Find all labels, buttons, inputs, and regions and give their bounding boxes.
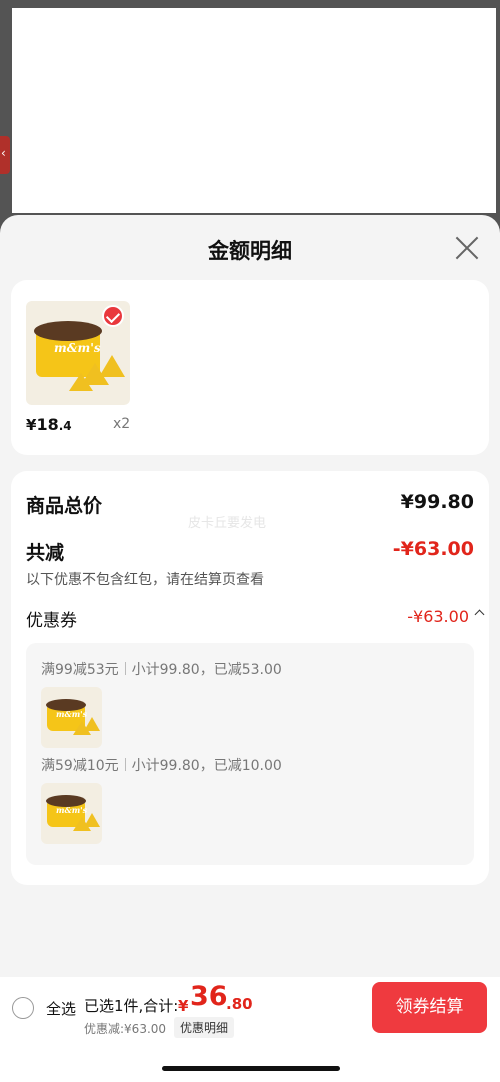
checkout-button[interactable]: 领券结算 (372, 982, 487, 1033)
coupon-detail: 小计99.80，已减53.00 (131, 662, 282, 678)
chevron-up-icon[interactable] (474, 609, 485, 620)
separator (124, 758, 126, 771)
coupon-value[interactable]: -¥63.00 (407, 607, 469, 626)
background-page (12, 8, 496, 213)
coupon-rule-line: 满59减10元 小计99.80，已减10.00 (41, 755, 282, 775)
selection-summary: 已选1件,合计: (84, 997, 179, 1015)
coupon-label: 优惠券 (26, 611, 77, 631)
tub-lid-shape (34, 321, 102, 341)
price-currency: ¥ (26, 416, 37, 434)
coupon-rule: 满99减53元 (41, 662, 119, 678)
amount-detail-sheet: 金额明细 m&m's ¥18.4 x2 商品总价 ¥99.80 共减 -¥63.… (0, 215, 500, 1082)
candy-pack-shape (69, 373, 93, 391)
separator (124, 662, 126, 675)
discount-text: 优惠减:¥63.00 (84, 1022, 167, 1036)
coupon-product-image: m&m's (41, 687, 102, 748)
selected-check-icon[interactable] (102, 305, 124, 327)
total-currency: ¥ (178, 997, 189, 1015)
total-label: 商品总价 (26, 495, 103, 517)
select-all-label[interactable]: 全选 (46, 998, 76, 1019)
total-amount-decimal: .80 (226, 995, 253, 1013)
reduction-note: 以下优惠不包含红包，请在结算页查看 (26, 572, 264, 588)
price-summary-card: 商品总价 ¥99.80 共减 -¥63.00 以下优惠不包含红包，请在结算页查看… (11, 471, 489, 885)
candy-pack-shape (84, 813, 100, 827)
reduction-value: -¥63.00 (392, 538, 474, 560)
product-card: m&m's ¥18.4 x2 (11, 280, 489, 455)
coupon-product-image: m&m's (41, 783, 102, 844)
brand-logo: m&m's (56, 709, 88, 719)
chevron-left-icon: ‹ (1, 146, 6, 160)
candy-pack-shape (84, 717, 100, 731)
price-integer: 18 (36, 415, 59, 434)
coupon-rule: 满59减10元 (41, 758, 119, 774)
home-indicator[interactable] (162, 1066, 340, 1071)
price-decimal: .4 (58, 419, 72, 433)
watermark-text: 皮卡丘要发电 (188, 516, 267, 531)
product-price: ¥18.4 (26, 415, 72, 434)
brand-logo: m&m's (54, 341, 101, 355)
close-icon[interactable] (454, 235, 480, 261)
coupon-rule-line: 满99减53元 小计99.80，已减53.00 (41, 659, 282, 679)
product-quantity: x2 (113, 416, 131, 432)
candy-pack-shape (99, 355, 125, 377)
total-amount-integer: 36 (190, 981, 228, 1012)
brand-logo: m&m's (56, 805, 88, 815)
discount-detail-button[interactable]: 优惠明细 (174, 1017, 235, 1038)
coupon-detail-box: 满99减53元 小计99.80，已减53.00 m&m's 满59减10元 小计99… (26, 643, 474, 865)
sheet-title: 金额明细 (208, 239, 292, 263)
reduction-label: 共减 (26, 542, 65, 564)
background-back-tab: ‹ (0, 136, 10, 174)
select-all-radio[interactable] (12, 997, 34, 1019)
checkout-bar: 全选 已选1件,合计: ¥ 36 .80 优惠减:¥63.00 优惠明细 领券结… (0, 977, 500, 1082)
total-value: ¥99.80 (400, 491, 474, 513)
coupon-detail: 小计99.80，已减10.00 (131, 758, 282, 774)
